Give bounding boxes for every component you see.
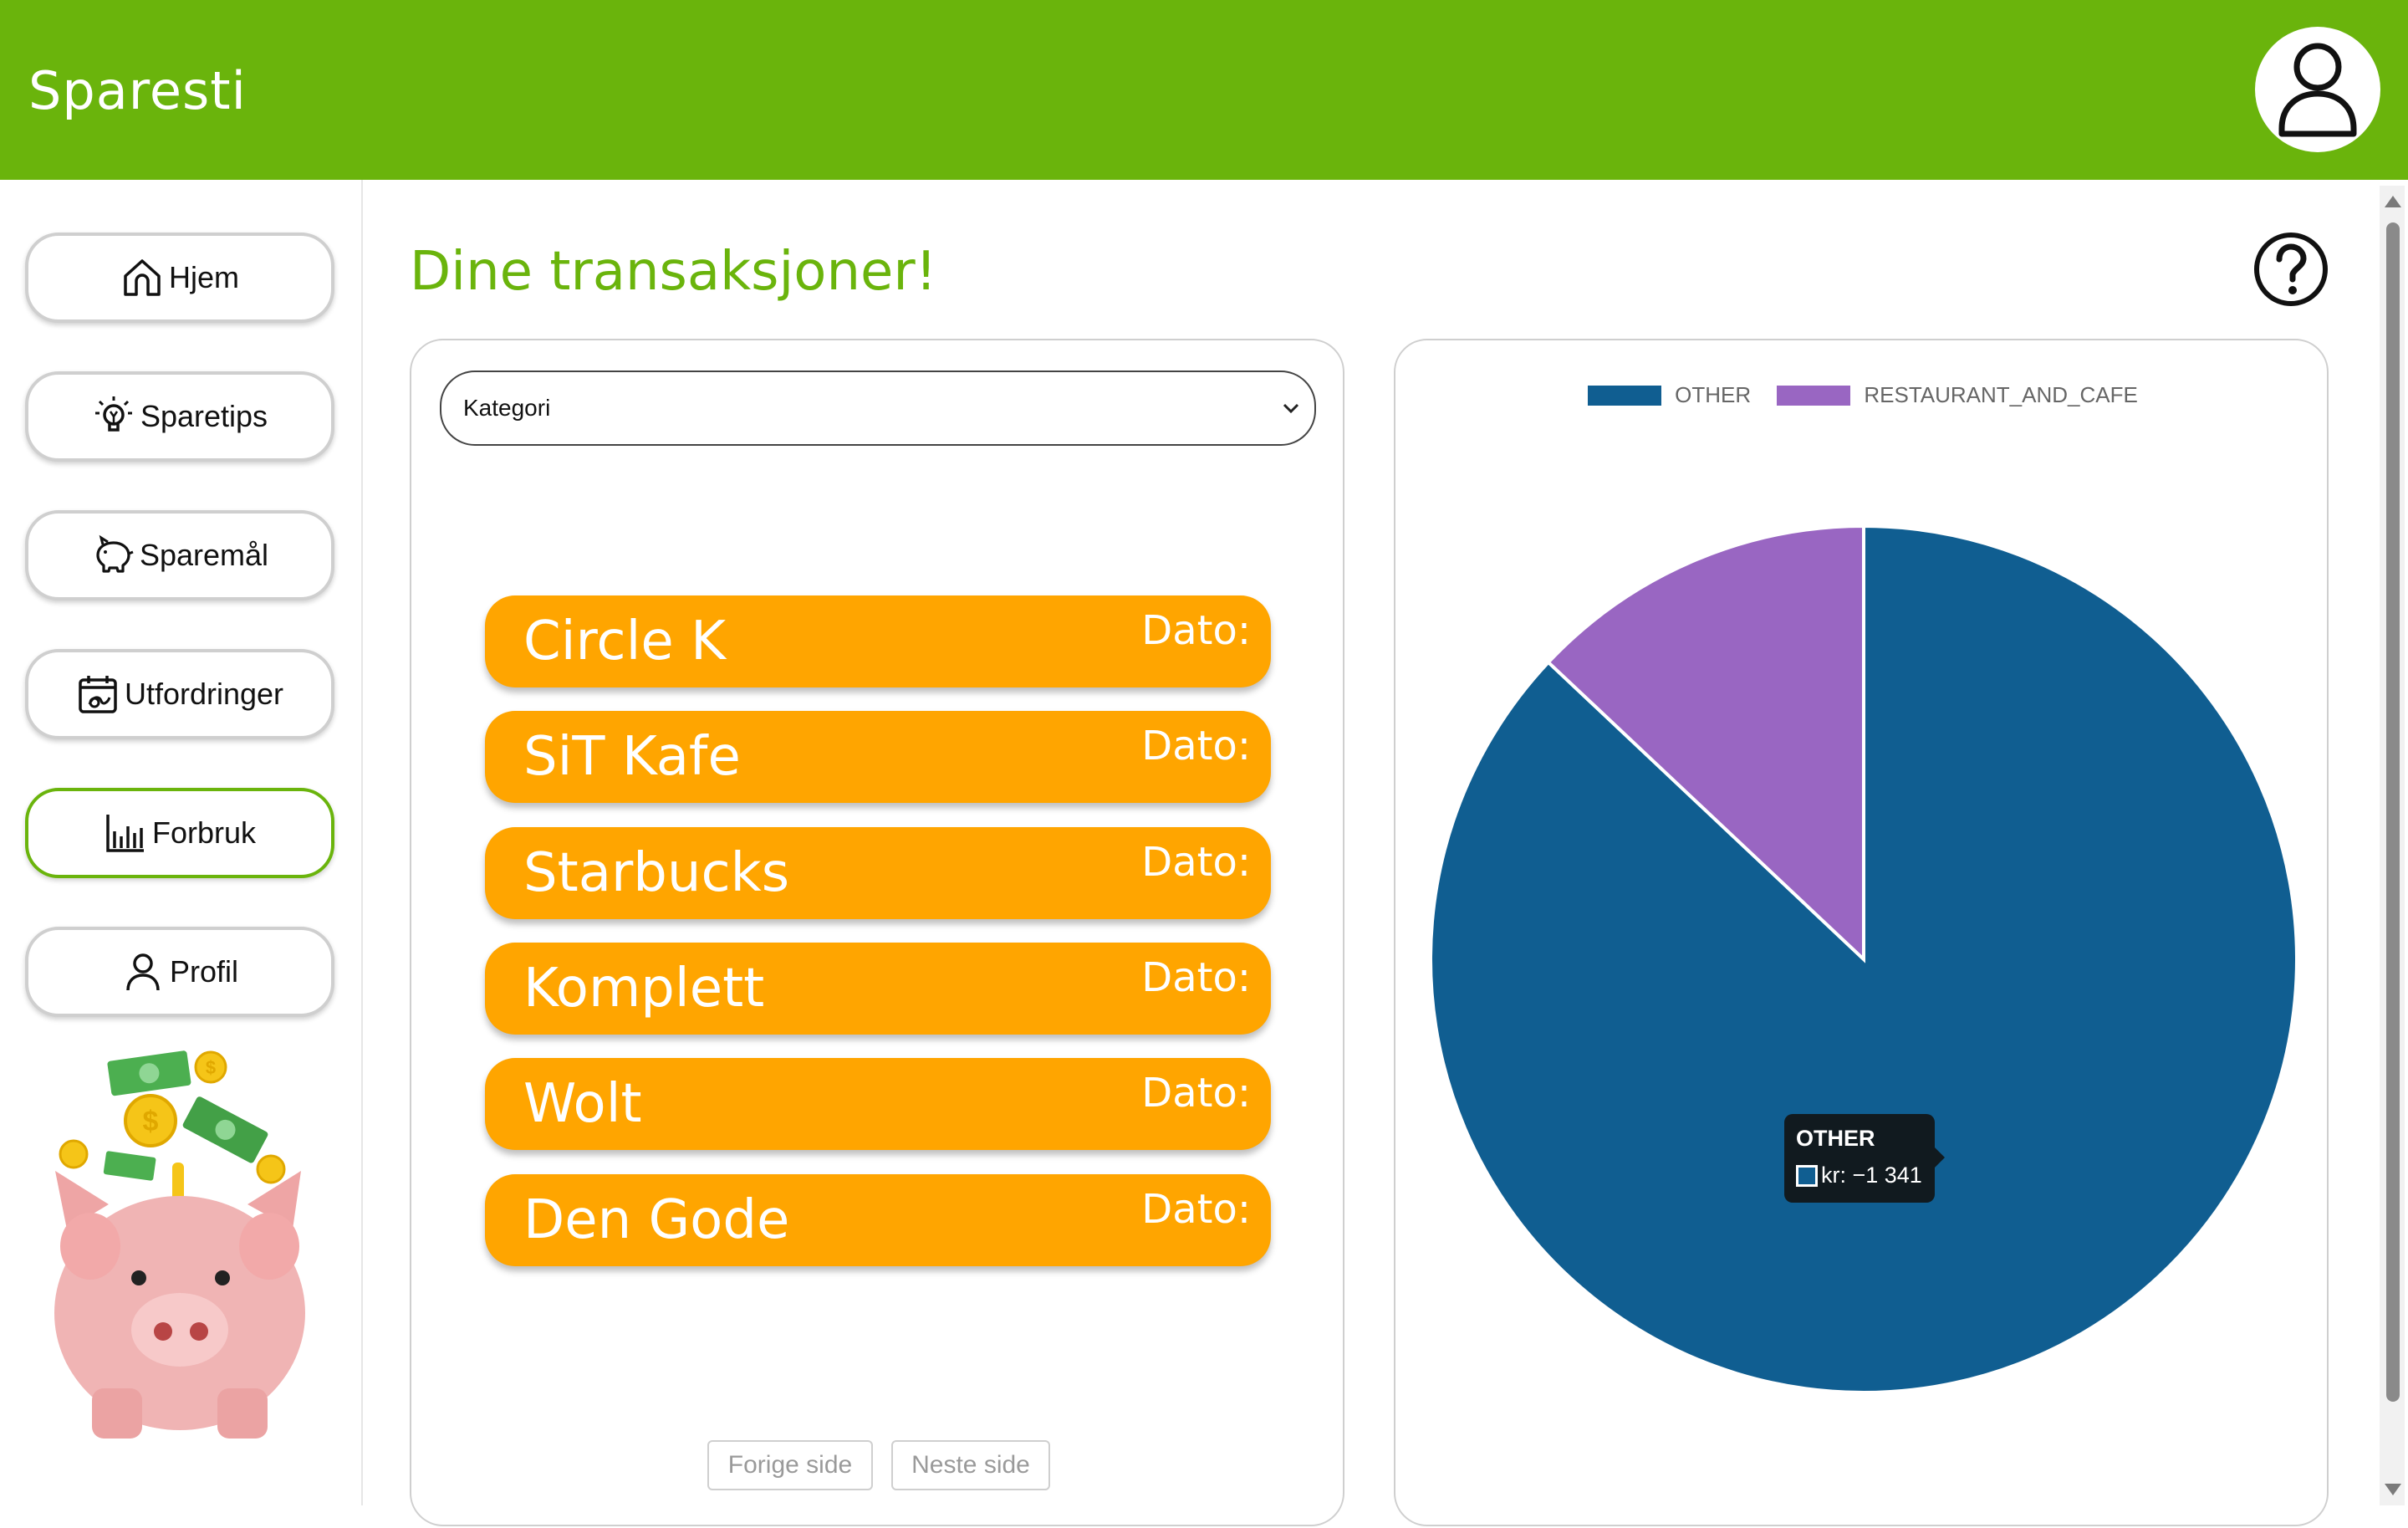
page-title: Dine transaksjoner!: [410, 241, 937, 303]
category-select-value: Kategori: [463, 395, 551, 421]
transaction-date-label: Dato:: [1141, 607, 1251, 654]
sidebar-item-sparetips[interactable]: Sparetips: [25, 371, 334, 462]
sidebar-item-hjem[interactable]: Hjem: [25, 233, 334, 323]
sidebar-item-label: Sparetips: [140, 399, 268, 433]
pie-chart: [1429, 524, 2298, 1394]
transaction-item[interactable]: Den Gode Dato:: [485, 1174, 1271, 1266]
transaction-name: SiT Kafe: [523, 726, 741, 788]
transaction-item[interactable]: Komplett Dato:: [485, 943, 1271, 1035]
tooltip-title: OTHER: [1796, 1126, 1875, 1151]
svg-text:$: $: [143, 1106, 159, 1137]
sidebar-item-utfordringer[interactable]: Utfordringer: [25, 649, 334, 739]
tooltip-swatch: [1796, 1164, 1818, 1187]
transaction-name: Starbucks: [523, 842, 790, 904]
transaction-item[interactable]: Starbucks Dato:: [485, 827, 1271, 919]
scrollbar-thumb[interactable]: [2386, 222, 2400, 1402]
scroll-down-arrow-icon[interactable]: [2385, 1484, 2401, 1495]
category-select[interactable]: Kategori: [440, 371, 1316, 446]
tooltip-row: kr: −1 341: [1796, 1163, 1922, 1188]
bar-chart-icon: [106, 815, 144, 852]
transaction-name: Den Gode: [523, 1189, 790, 1251]
sidebar-item-label: Forbruk: [151, 815, 257, 850]
sidebar-item-label: Utfordringer: [124, 677, 284, 711]
profile-avatar[interactable]: [2255, 27, 2380, 152]
sidebar-item-label: Sparemål: [139, 538, 269, 572]
transaction-item[interactable]: SiT Kafe Dato:: [485, 711, 1271, 803]
transaction-name: Wolt: [523, 1073, 642, 1135]
sidebar-item-profil[interactable]: Profil: [25, 927, 334, 1017]
transaction-date-label: Dato:: [1141, 1070, 1251, 1117]
tooltip-caret: [1935, 1147, 1945, 1168]
user-avatar-icon: [2278, 43, 2357, 137]
home-icon: [124, 259, 161, 296]
sidebar-item-sparemal[interactable]: Sparemål: [25, 510, 334, 600]
top-header: Sparesti: [0, 0, 2408, 180]
transaction-date-label: Dato:: [1141, 954, 1251, 1001]
transaction-item[interactable]: Circle K Dato:: [485, 595, 1271, 687]
transaction-date-label: Dato:: [1141, 1186, 1251, 1233]
svg-text:$: $: [206, 1057, 216, 1078]
sidebar-item-label: Hjem: [168, 260, 239, 294]
piggy-bank-icon: [96, 534, 134, 573]
spending-chart-panel: OTHER RESTAURANT_AND_CAFE: [1394, 339, 2329, 1526]
transaction-item[interactable]: Wolt Dato:: [485, 1058, 1271, 1150]
chart-tooltip: OTHER kr: −1 341: [1784, 1114, 1945, 1203]
piggy-bank-illustration: $ $: [54, 1050, 305, 1439]
next-page-button[interactable]: Neste side: [891, 1440, 1050, 1490]
chevron-down-icon: [1283, 403, 1299, 414]
calendar-challenge-icon: [79, 676, 117, 713]
help-icon[interactable]: [2252, 231, 2329, 308]
page-scrollbar[interactable]: [2380, 186, 2405, 1505]
user-icon: [126, 953, 160, 991]
sidebar-item-forbruk[interactable]: Forbruk: [25, 788, 334, 878]
sidebar-item-label: Profil: [169, 954, 239, 989]
transaction-name: Komplett: [523, 958, 765, 1020]
transaction-name: Circle K: [523, 611, 727, 672]
transactions-panel: Kategori Circle K Dato: SiT Kafe Dato: S…: [410, 339, 1344, 1526]
transaction-date-label: Dato:: [1141, 839, 1251, 886]
tooltip-value: kr: −1 341: [1821, 1163, 1922, 1188]
scroll-up-arrow-icon[interactable]: [2385, 196, 2401, 207]
transaction-date-label: Dato:: [1141, 723, 1251, 769]
app-title: Sparesti: [28, 60, 247, 121]
previous-page-button[interactable]: Forige side: [707, 1440, 873, 1490]
lightbulb-icon: [94, 396, 132, 432]
